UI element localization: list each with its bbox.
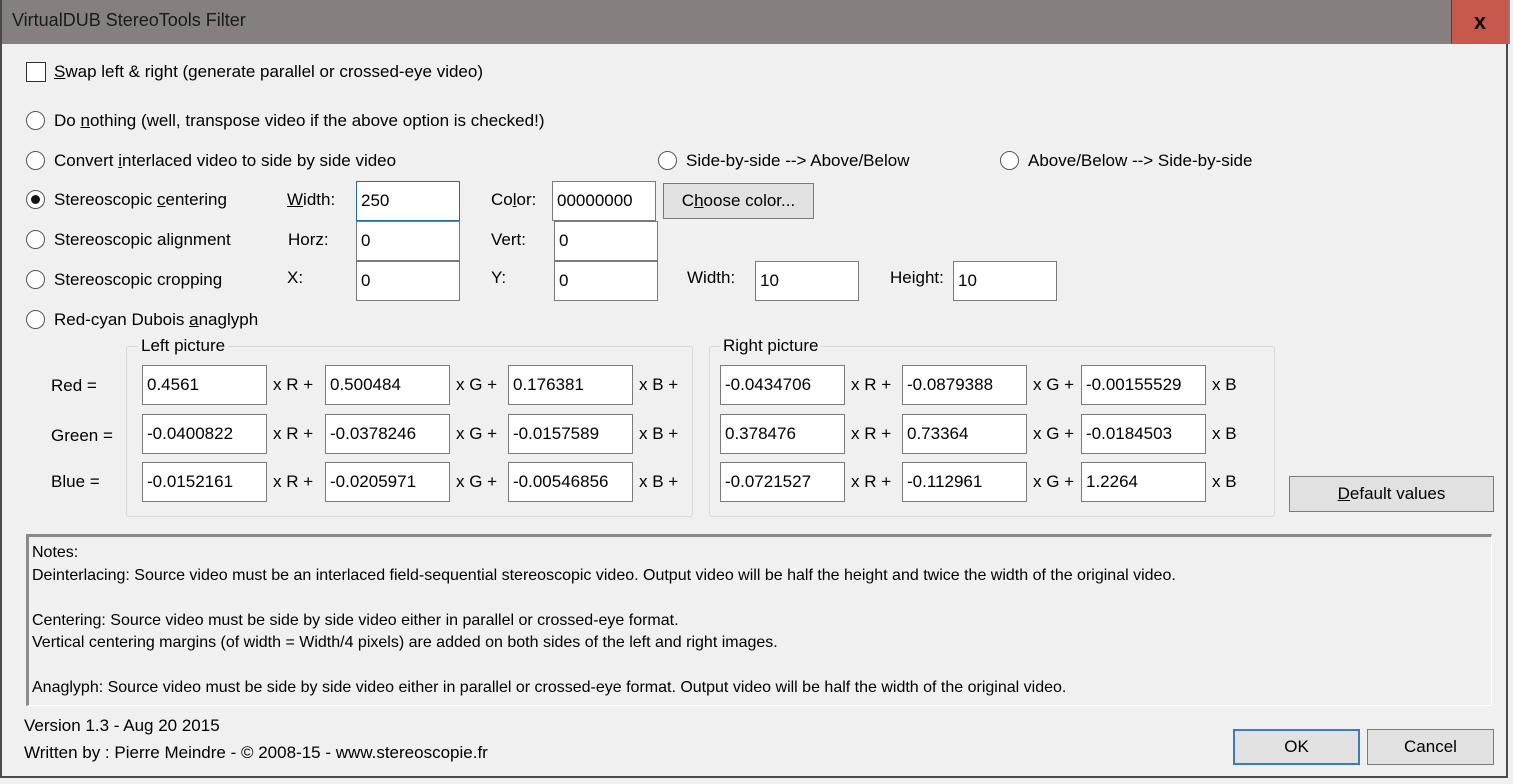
left-green-b-suffix: x B + [639,424,679,443]
window-title: VirtualDUB StereoTools Filter [12,10,246,30]
vert-label: Vert: [491,230,526,249]
notes-textbox[interactable]: Notes: Deinterlacing: Source video must … [26,534,1492,706]
close-icon: x [1473,9,1487,34]
left-green-g-coef-input[interactable] [325,414,450,454]
convert-interlaced-label: Convert interlaced video to side by side… [54,151,397,170]
right-red-r-suffix: x R + [851,375,892,394]
left-red-r-suffix: x R + [273,375,314,394]
right-red-g-suffix: x G + [1033,375,1075,394]
left-green-r-coef-input[interactable] [142,414,267,454]
left-red-b-coef-input[interactable] [508,365,633,405]
right-red-r-coef-input[interactable] [720,365,845,405]
crop-y-label: Y: [491,268,507,287]
right-blue-r-suffix: x R + [851,472,892,491]
color-input[interactable] [552,181,656,221]
row-label-red: Red = [51,376,97,395]
cropping-label: Stereoscopic cropping [54,270,223,289]
right-blue-b-coef-input[interactable] [1081,462,1206,502]
crop-width-label: Width: [687,268,736,287]
ok-button[interactable]: OK [1233,729,1360,765]
left-red-b-suffix: x B + [639,375,679,394]
left-blue-b-coef-input[interactable] [508,462,633,502]
crop-height-input[interactable] [953,261,1057,301]
right-red-b-suffix: x B [1212,375,1237,394]
sbs-to-ab-label: Side-by-side --> Above/Below [686,151,910,170]
crop-height-label: Height: [890,268,944,287]
convert-interlaced-radio[interactable] [26,151,45,170]
row-label-blue: Blue = [51,472,100,491]
anaglyph-label: Red-cyan Dubois anaglyph [54,310,259,329]
right-green-b-coef-input[interactable] [1081,414,1206,454]
right-red-g-coef-input[interactable] [902,365,1027,405]
version-text: Version 1.3 - Aug 20 2015 [24,716,220,735]
ab-to-sbs-radio[interactable] [1000,151,1019,170]
do-nothing-label: Do nothing (well, transpose video if the… [54,111,545,130]
centering-radio[interactable] [26,190,45,209]
title-bar[interactable]: VirtualDUB StereoTools Filter x [2,0,1510,44]
alignment-label: Stereoscopic alignment [54,230,231,249]
crop-x-input[interactable] [356,261,460,301]
dialog-window: VirtualDUB StereoTools Filter x Swap lef… [0,0,1510,778]
left-red-r-coef-input[interactable] [142,365,267,405]
color-label: Color: [491,190,537,209]
right-blue-r-coef-input[interactable] [720,462,845,502]
crop-width-input[interactable] [755,261,859,301]
right-picture-title: Right picture [720,336,822,356]
right-blue-g-coef-input[interactable] [902,462,1027,502]
author-text: Written by : Pierre Meindre - © 2008-15 … [24,743,488,762]
right-green-r-suffix: x R + [851,424,892,443]
right-red-b-coef-input[interactable] [1081,365,1206,405]
swap-checkbox[interactable] [26,62,46,82]
vert-input[interactable] [554,221,658,261]
right-blue-g-suffix: x G + [1033,472,1075,491]
left-green-g-suffix: x G + [456,424,498,443]
ab-to-sbs-label: Above/Below --> Side-by-side [1028,151,1253,170]
centering-width-input[interactable] [356,181,460,221]
right-green-b-suffix: x B [1212,424,1237,443]
default-values-button[interactable]: Default values [1289,476,1494,512]
horz-label: Horz: [288,230,329,249]
right-green-r-coef-input[interactable] [720,414,845,454]
crop-x-label: X: [287,268,304,287]
row-label-green: Green = [51,426,113,445]
cancel-button[interactable]: Cancel [1367,729,1494,765]
left-blue-r-coef-input[interactable] [142,462,267,502]
sbs-to-ab-radio[interactable] [658,151,677,170]
do-nothing-radio[interactable] [26,111,45,130]
alignment-radio[interactable] [26,230,45,249]
left-blue-g-coef-input[interactable] [325,462,450,502]
centering-label: Stereoscopic centering [54,190,227,209]
left-picture-title: Left picture [138,336,229,356]
left-red-g-coef-input[interactable] [325,365,450,405]
swap-label: Swap left & right (generate parallel or … [54,62,483,81]
left-blue-b-suffix: x B + [639,472,679,491]
right-blue-b-suffix: x B [1212,472,1237,491]
right-green-g-suffix: x G + [1033,424,1075,443]
left-red-g-suffix: x G + [456,375,498,394]
crop-y-input[interactable] [554,261,658,301]
cropping-radio[interactable] [26,270,45,289]
right-green-g-coef-input[interactable] [902,414,1027,454]
left-green-r-suffix: x R + [273,424,314,443]
close-button[interactable]: x [1451,0,1508,44]
centering-width-label: Width: [287,190,336,209]
horz-input[interactable] [356,221,460,261]
left-green-b-coef-input[interactable] [508,414,633,454]
anaglyph-radio[interactable] [26,310,45,329]
left-blue-g-suffix: x G + [456,472,498,491]
choose-color-button[interactable]: Ch oose color... [663,183,814,219]
left-blue-r-suffix: x R + [273,472,314,491]
